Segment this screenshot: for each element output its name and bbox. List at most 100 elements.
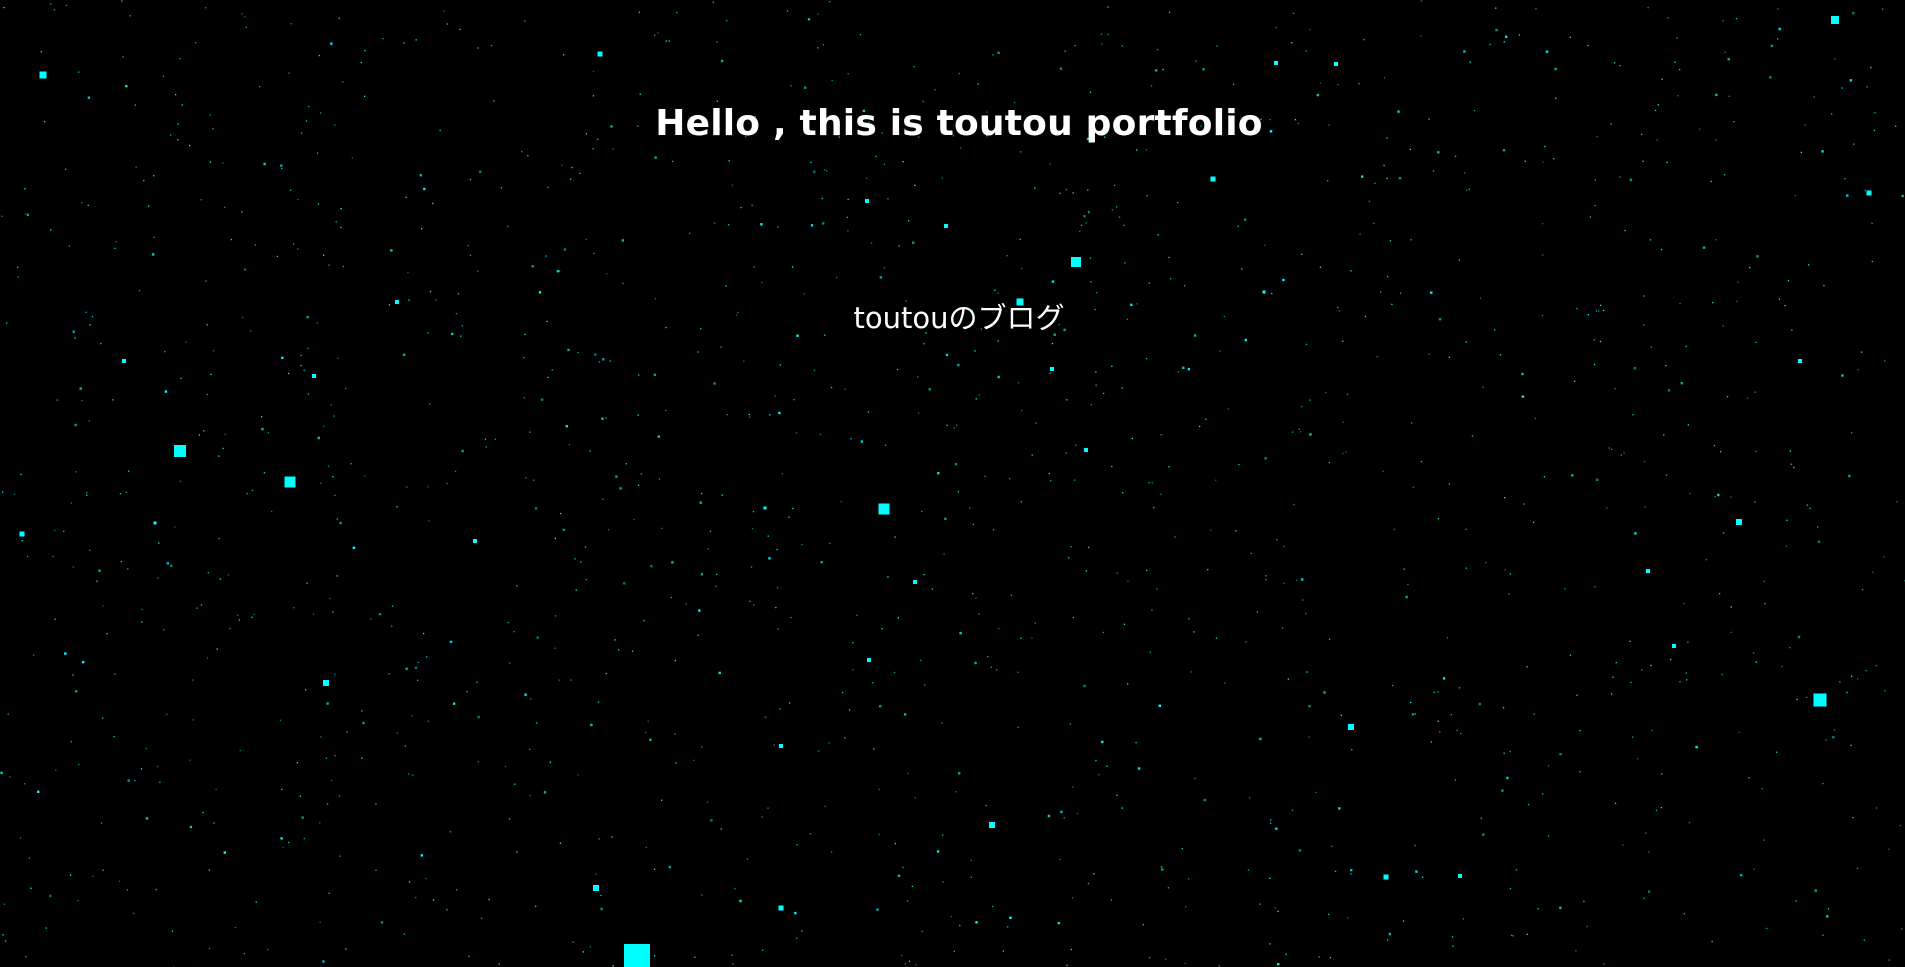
star: [132, 912, 135, 915]
star: [1456, 729, 1458, 732]
star: [45, 927, 47, 929]
star: [1034, 622, 1036, 624]
star: [427, 720, 429, 722]
star: [1202, 68, 1205, 71]
star: [985, 804, 987, 807]
star: [1085, 222, 1087, 224]
star: [192, 719, 194, 721]
star: [477, 761, 479, 763]
star: [54, 618, 56, 620]
star: [351, 157, 353, 159]
star: [902, 866, 904, 869]
star: [623, 582, 626, 585]
star: [643, 620, 645, 622]
star: [1650, 664, 1652, 667]
star: [1127, 683, 1129, 685]
star: [533, 479, 535, 481]
star: [593, 252, 595, 255]
star: [281, 167, 283, 170]
star: [180, 377, 182, 379]
star: [866, 177, 868, 179]
star: [1329, 957, 1332, 959]
star: [1160, 493, 1162, 495]
star: [2, 491, 4, 493]
star: [1603, 963, 1605, 965]
star: [1871, 260, 1873, 263]
blog-link[interactable]: toutouのブログ: [0, 296, 1905, 340]
star: [198, 434, 200, 436]
star: [114, 247, 116, 249]
star: [1777, 8, 1779, 10]
star: [1822, 782, 1824, 785]
star: [1851, 432, 1853, 434]
star: [1809, 507, 1811, 509]
star: [261, 427, 264, 431]
star: [1387, 275, 1389, 278]
star: [727, 224, 730, 226]
star: [390, 249, 393, 252]
star: [370, 618, 372, 620]
star: [267, 949, 269, 951]
star: [1007, 926, 1009, 928]
star: [958, 72, 960, 75]
star: [1305, 612, 1307, 615]
star: [208, 947, 211, 950]
star: [414, 666, 418, 669]
star: [1785, 545, 1788, 547]
star: [481, 917, 483, 919]
star: [1142, 924, 1144, 926]
star: [1875, 807, 1878, 809]
star: [801, 543, 803, 546]
star: [234, 926, 237, 929]
star: [957, 363, 960, 367]
star: [1010, 594, 1012, 596]
star: [1667, 389, 1671, 392]
star: [327, 465, 330, 467]
star: [1644, 506, 1646, 508]
star: [156, 765, 158, 768]
star: [118, 880, 121, 882]
star: [1259, 737, 1262, 741]
star: [1433, 691, 1435, 693]
star: [1148, 482, 1150, 484]
star: [1215, 479, 1217, 481]
star: [908, 220, 910, 222]
star: [1579, 771, 1581, 773]
star: [997, 51, 1000, 54]
star: [1034, 187, 1036, 189]
star: [1542, 161, 1544, 163]
star: [580, 561, 582, 563]
star: [554, 615, 557, 617]
star: [406, 486, 408, 488]
star: [898, 245, 900, 247]
star: [1463, 50, 1466, 53]
star: [1151, 609, 1153, 611]
star: [1899, 824, 1902, 827]
star: [244, 16, 246, 18]
star: [777, 628, 779, 630]
star: [1350, 873, 1352, 875]
star: [508, 818, 511, 820]
star: [361, 710, 363, 712]
star: [1755, 450, 1757, 453]
star: [391, 625, 393, 627]
star: [1501, 789, 1504, 792]
star: [1065, 452, 1067, 454]
star: [301, 816, 304, 819]
star: [251, 489, 254, 491]
star: [244, 269, 246, 271]
star: [1292, 12, 1295, 14]
star: [716, 41, 718, 43]
star: [224, 433, 226, 435]
star: [222, 447, 224, 450]
star: [1247, 869, 1250, 871]
star: [903, 713, 907, 716]
star: [1523, 503, 1525, 505]
star: [896, 369, 899, 371]
star: [796, 937, 798, 939]
star: [237, 614, 239, 616]
star: [1122, 492, 1124, 494]
star: [1070, 948, 1072, 951]
star: [303, 369, 305, 371]
star: [259, 86, 261, 88]
